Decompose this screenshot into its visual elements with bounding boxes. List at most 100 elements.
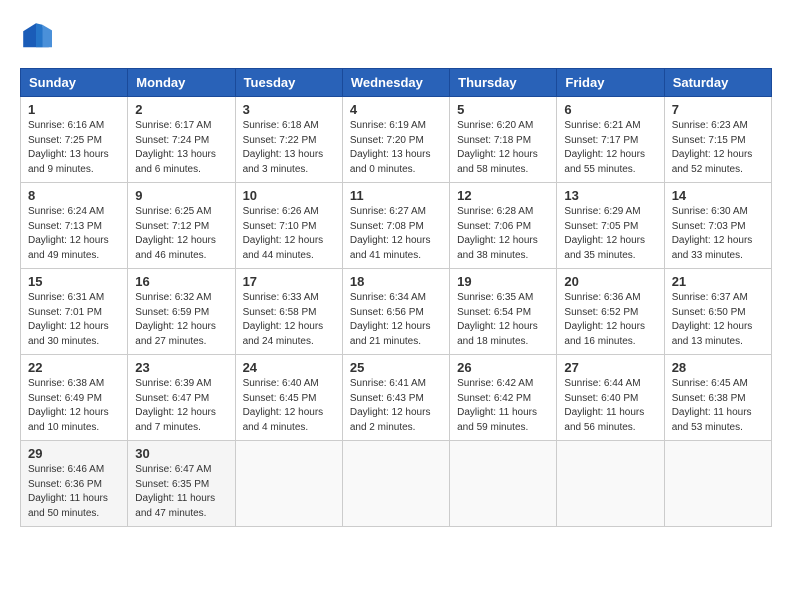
calendar-week-4: 22 Sunrise: 6:38 AM Sunset: 6:49 PM Dayli… [21, 355, 772, 441]
calendar-week-2: 8 Sunrise: 6:24 AM Sunset: 7:13 PM Daylig… [21, 183, 772, 269]
day-info: Sunrise: 6:45 AM Sunset: 6:38 PM Dayligh… [672, 377, 764, 435]
day-info: Sunrise: 6:38 AM Sunset: 6:49 PM Dayligh… [28, 377, 120, 435]
calendar-header-row: SundayMondayTuesdayWednesdayThursdayFrid… [21, 69, 772, 97]
day-number: 18 [350, 274, 442, 289]
calendar-header-sunday: Sunday [21, 69, 128, 97]
calendar-cell: 8 Sunrise: 6:24 AM Sunset: 7:13 PM Daylig… [21, 183, 128, 269]
day-info: Sunrise: 6:40 AM Sunset: 6:45 PM Dayligh… [243, 377, 335, 435]
calendar-cell: 20 Sunrise: 6:36 AM Sunset: 6:52 PM Dayli… [557, 269, 664, 355]
calendar-cell [235, 441, 342, 527]
day-info: Sunrise: 6:32 AM Sunset: 6:59 PM Dayligh… [135, 291, 227, 349]
day-info: Sunrise: 6:35 AM Sunset: 6:54 PM Dayligh… [457, 291, 549, 349]
calendar-cell: 13Sunrise: 6:29 AM Sunset: 7:05 PM Dayli… [557, 183, 664, 269]
calendar-cell: 4Sunrise: 6:19 AM Sunset: 7:20 PM Daylig… [342, 97, 449, 183]
day-number: 24 [243, 360, 335, 375]
day-number: 20 [564, 274, 656, 289]
calendar-header-thursday: Thursday [450, 69, 557, 97]
day-number: 11 [350, 188, 442, 203]
day-number: 23 [135, 360, 227, 375]
day-number: 17 [243, 274, 335, 289]
calendar-cell: 15Sunrise: 6:31 AM Sunset: 7:01 PM Dayli… [21, 269, 128, 355]
calendar-cell: 23 Sunrise: 6:39 AM Sunset: 6:47 PM Dayli… [128, 355, 235, 441]
calendar-cell: 18 Sunrise: 6:34 AM Sunset: 6:56 PM Dayli… [342, 269, 449, 355]
calendar-cell: 6 Sunrise: 6:21 AM Sunset: 7:17 PM Daylig… [557, 97, 664, 183]
day-number: 21 [672, 274, 764, 289]
day-number: 25 [350, 360, 442, 375]
day-info: Sunrise: 6:47 AM Sunset: 6:35 PM Dayligh… [135, 463, 227, 521]
calendar-cell [342, 441, 449, 527]
day-info: Sunrise: 6:46 AM Sunset: 6:36 PM Dayligh… [28, 463, 120, 521]
calendar-cell: 28 Sunrise: 6:45 AM Sunset: 6:38 PM Dayli… [664, 355, 771, 441]
calendar-cell: 24 Sunrise: 6:40 AM Sunset: 6:45 PM Dayli… [235, 355, 342, 441]
day-number: 29 [28, 446, 120, 461]
day-number: 12 [457, 188, 549, 203]
calendar-week-1: 1Sunrise: 6:16 AM Sunset: 7:25 PM Daylig… [21, 97, 772, 183]
calendar-body: 1Sunrise: 6:16 AM Sunset: 7:25 PM Daylig… [21, 97, 772, 527]
logo-icon [20, 20, 52, 52]
day-number: 14 [672, 188, 764, 203]
day-info: Sunrise: 6:28 AM Sunset: 7:06 PM Dayligh… [457, 205, 549, 263]
day-number: 2 [135, 102, 227, 117]
calendar-cell: 10Sunrise: 6:26 AM Sunset: 7:10 PM Dayli… [235, 183, 342, 269]
calendar-cell: 30 Sunrise: 6:47 AM Sunset: 6:35 PM Dayli… [128, 441, 235, 527]
day-info: Sunrise: 6:31 AM Sunset: 7:01 PM Dayligh… [28, 291, 120, 349]
day-info: Sunrise: 6:19 AM Sunset: 7:20 PM Dayligh… [350, 119, 442, 177]
page-header [20, 20, 772, 52]
calendar-cell: 29 Sunrise: 6:46 AM Sunset: 6:36 PM Dayli… [21, 441, 128, 527]
day-info: Sunrise: 6:25 AM Sunset: 7:12 PM Dayligh… [135, 205, 227, 263]
calendar-cell: 25 Sunrise: 6:41 AM Sunset: 6:43 PM Dayli… [342, 355, 449, 441]
day-info: Sunrise: 6:39 AM Sunset: 6:47 PM Dayligh… [135, 377, 227, 435]
calendar-week-5: 29 Sunrise: 6:46 AM Sunset: 6:36 PM Dayli… [21, 441, 772, 527]
calendar-header-monday: Monday [128, 69, 235, 97]
day-info: Sunrise: 6:18 AM Sunset: 7:22 PM Dayligh… [243, 119, 335, 177]
day-info: Sunrise: 6:30 AM Sunset: 7:03 PM Dayligh… [672, 205, 764, 263]
calendar-cell: 17 Sunrise: 6:33 AM Sunset: 6:58 PM Dayli… [235, 269, 342, 355]
calendar-cell: 1Sunrise: 6:16 AM Sunset: 7:25 PM Daylig… [21, 97, 128, 183]
day-info: Sunrise: 6:34 AM Sunset: 6:56 PM Dayligh… [350, 291, 442, 349]
day-info: Sunrise: 6:16 AM Sunset: 7:25 PM Dayligh… [28, 119, 120, 177]
day-number: 16 [135, 274, 227, 289]
day-info: Sunrise: 6:20 AM Sunset: 7:18 PM Dayligh… [457, 119, 549, 177]
calendar-header-wednesday: Wednesday [342, 69, 449, 97]
day-number: 28 [672, 360, 764, 375]
day-number: 6 [564, 102, 656, 117]
day-number: 27 [564, 360, 656, 375]
calendar-cell: 12 Sunrise: 6:28 AM Sunset: 7:06 PM Dayli… [450, 183, 557, 269]
day-number: 30 [135, 446, 227, 461]
calendar-cell: 7Sunrise: 6:23 AM Sunset: 7:15 PM Daylig… [664, 97, 771, 183]
calendar-cell: 14 Sunrise: 6:30 AM Sunset: 7:03 PM Dayli… [664, 183, 771, 269]
calendar-header-saturday: Saturday [664, 69, 771, 97]
day-number: 26 [457, 360, 549, 375]
day-info: Sunrise: 6:42 AM Sunset: 6:42 PM Dayligh… [457, 377, 549, 435]
day-info: Sunrise: 6:44 AM Sunset: 6:40 PM Dayligh… [564, 377, 656, 435]
day-info: Sunrise: 6:37 AM Sunset: 6:50 PM Dayligh… [672, 291, 764, 349]
day-number: 10 [243, 188, 335, 203]
day-number: 9 [135, 188, 227, 203]
calendar-table: SundayMondayTuesdayWednesdayThursdayFrid… [20, 68, 772, 527]
day-number: 19 [457, 274, 549, 289]
calendar-cell: 2Sunrise: 6:17 AM Sunset: 7:24 PM Daylig… [128, 97, 235, 183]
calendar-cell: 9 Sunrise: 6:25 AM Sunset: 7:12 PM Daylig… [128, 183, 235, 269]
day-info: Sunrise: 6:24 AM Sunset: 7:13 PM Dayligh… [28, 205, 120, 263]
day-info: Sunrise: 6:41 AM Sunset: 6:43 PM Dayligh… [350, 377, 442, 435]
day-number: 22 [28, 360, 120, 375]
calendar-cell: 11 Sunrise: 6:27 AM Sunset: 7:08 PM Dayli… [342, 183, 449, 269]
calendar-header-tuesday: Tuesday [235, 69, 342, 97]
day-number: 5 [457, 102, 549, 117]
day-info: Sunrise: 6:36 AM Sunset: 6:52 PM Dayligh… [564, 291, 656, 349]
calendar-cell: 21 Sunrise: 6:37 AM Sunset: 6:50 PM Dayli… [664, 269, 771, 355]
day-info: Sunrise: 6:33 AM Sunset: 6:58 PM Dayligh… [243, 291, 335, 349]
calendar-header-friday: Friday [557, 69, 664, 97]
calendar-cell [450, 441, 557, 527]
calendar-week-3: 15Sunrise: 6:31 AM Sunset: 7:01 PM Dayli… [21, 269, 772, 355]
calendar-cell: 19 Sunrise: 6:35 AM Sunset: 6:54 PM Dayli… [450, 269, 557, 355]
calendar-cell [664, 441, 771, 527]
day-number: 8 [28, 188, 120, 203]
day-info: Sunrise: 6:21 AM Sunset: 7:17 PM Dayligh… [564, 119, 656, 177]
day-number: 3 [243, 102, 335, 117]
calendar-cell: 22 Sunrise: 6:38 AM Sunset: 6:49 PM Dayli… [21, 355, 128, 441]
day-info: Sunrise: 6:29 AM Sunset: 7:05 PM Dayligh… [564, 205, 656, 263]
calendar-cell: 16 Sunrise: 6:32 AM Sunset: 6:59 PM Dayli… [128, 269, 235, 355]
day-info: Sunrise: 6:27 AM Sunset: 7:08 PM Dayligh… [350, 205, 442, 263]
calendar-cell: 3 Sunrise: 6:18 AM Sunset: 7:22 PM Daylig… [235, 97, 342, 183]
